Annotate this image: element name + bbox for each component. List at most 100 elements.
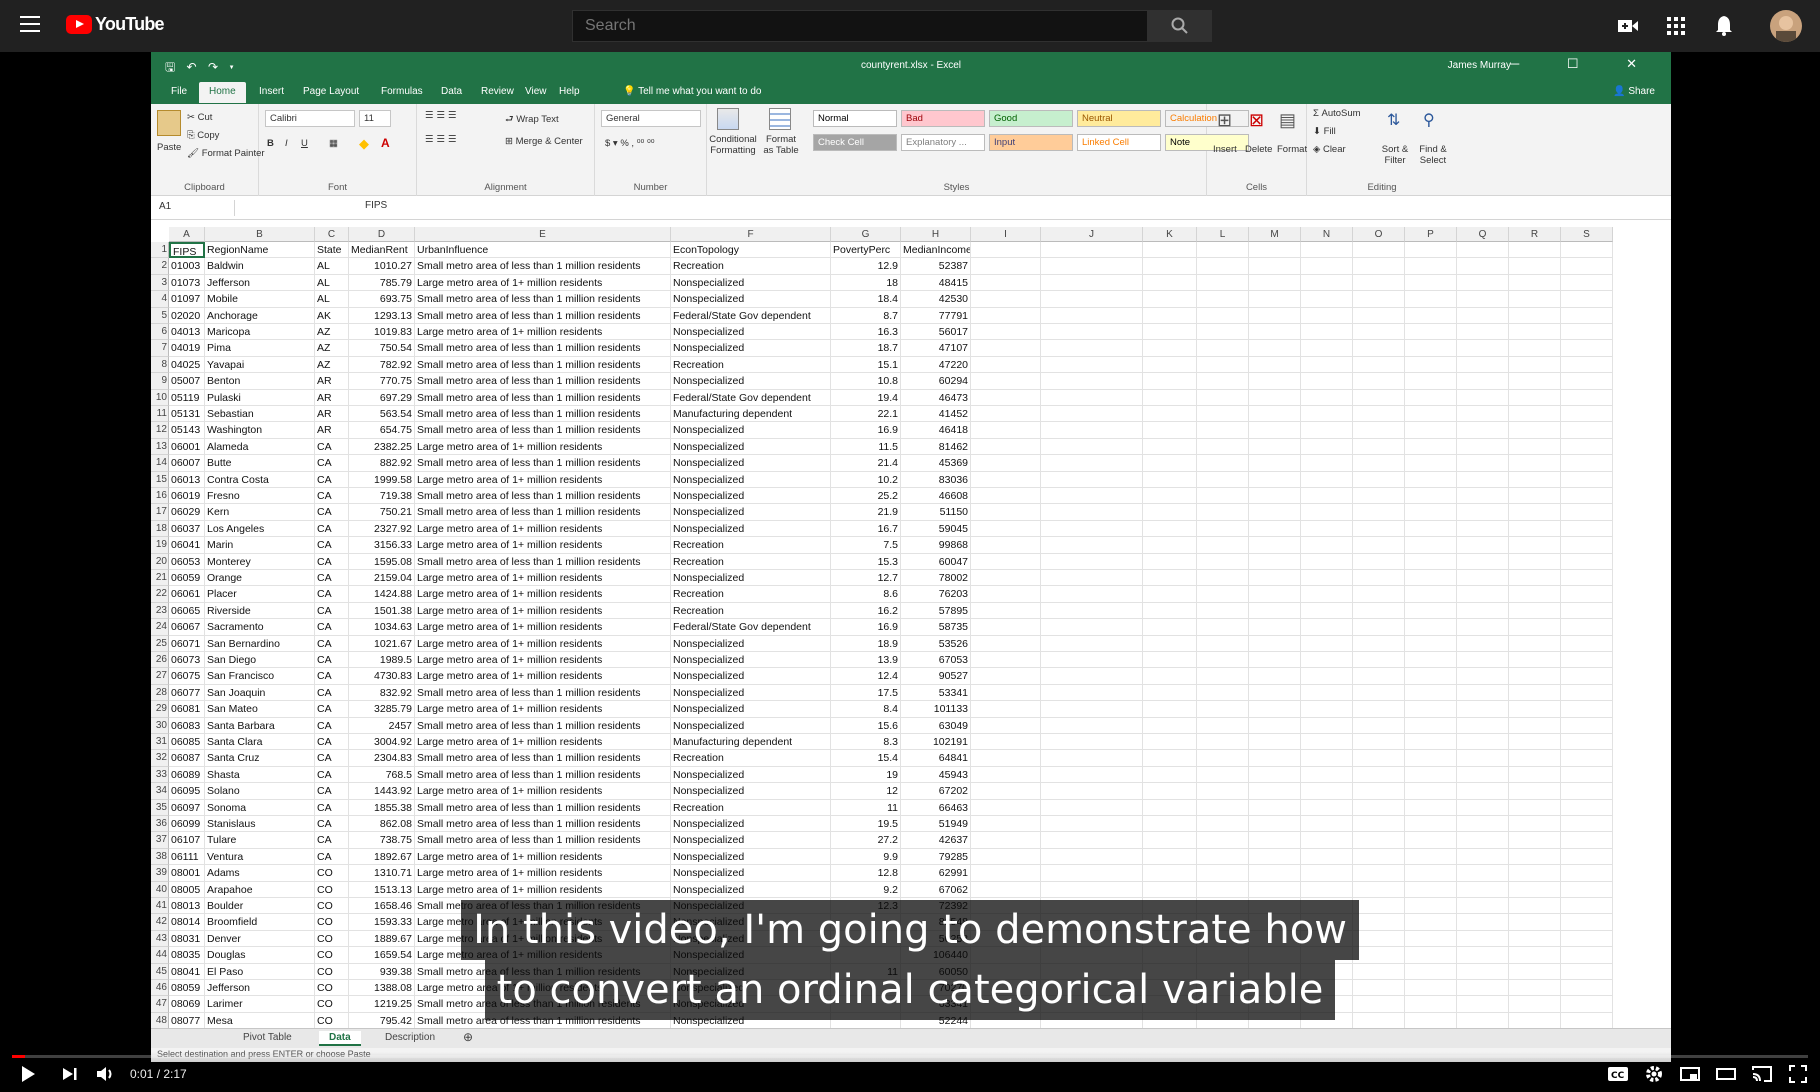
cell[interactable] <box>1353 701 1405 718</box>
cell[interactable] <box>1143 455 1197 472</box>
cell[interactable]: Large metro area of 1+ million residents <box>415 848 671 866</box>
cell[interactable]: AL <box>315 274 349 292</box>
cell[interactable] <box>1143 602 1197 620</box>
cell[interactable]: 1989.5 <box>349 652 415 669</box>
cell[interactable] <box>1301 258 1353 275</box>
cell[interactable] <box>971 684 1041 702</box>
cell[interactable] <box>1197 520 1249 538</box>
cell[interactable] <box>971 324 1041 341</box>
cell[interactable]: 62991 <box>901 865 971 882</box>
cell[interactable]: San Joaquin <box>205 684 315 702</box>
cell[interactable] <box>1457 340 1509 357</box>
row-number[interactable]: 27 <box>151 668 169 685</box>
cell[interactable] <box>1457 389 1509 406</box>
cell[interactable] <box>1457 422 1509 439</box>
cell[interactable]: AR <box>315 389 349 406</box>
cell-style-good[interactable]: Good <box>989 110 1073 127</box>
cell[interactable] <box>1143 717 1197 734</box>
cell[interactable] <box>1405 652 1457 669</box>
cell[interactable] <box>1509 291 1561 308</box>
cell[interactable] <box>1509 504 1561 521</box>
cell[interactable] <box>1353 504 1405 521</box>
cell[interactable] <box>1561 881 1613 898</box>
cell[interactable]: AZ <box>315 340 349 357</box>
cell[interactable]: CA <box>315 816 349 833</box>
paste-icon[interactable] <box>157 110 181 136</box>
cell[interactable] <box>1561 652 1613 669</box>
cell-style-check-cell[interactable]: Check Cell <box>813 134 897 151</box>
notifications-icon[interactable] <box>1712 14 1736 38</box>
cell[interactable] <box>1457 373 1509 390</box>
ribbon-tab-data[interactable]: Data <box>441 86 462 97</box>
cell[interactable]: CA <box>315 553 349 570</box>
ribbon-tab-view[interactable]: View <box>525 86 547 97</box>
cell[interactable]: 63049 <box>901 717 971 734</box>
cell[interactable] <box>971 471 1041 488</box>
cell[interactable]: Large metro area of 1+ million residents <box>415 537 671 554</box>
cell[interactable] <box>1143 848 1197 866</box>
cell[interactable]: Nonspecialized <box>671 635 831 652</box>
cell[interactable] <box>1249 799 1301 816</box>
cell[interactable]: 15.6 <box>831 717 901 734</box>
cell[interactable] <box>1143 832 1197 849</box>
cell[interactable]: 7.5 <box>831 537 901 554</box>
ribbon-tab-page-layout[interactable]: Page Layout <box>303 86 359 97</box>
cell[interactable] <box>1041 734 1143 751</box>
cell[interactable] <box>1301 553 1353 570</box>
cell[interactable] <box>1143 766 1197 784</box>
cell[interactable]: Nonspecialized <box>671 766 831 784</box>
cell[interactable]: 59045 <box>901 520 971 538</box>
insert-cells-icon[interactable]: ⊞ <box>1217 110 1232 131</box>
cell[interactable] <box>1301 586 1353 603</box>
cell[interactable] <box>1249 274 1301 292</box>
cell[interactable]: Stanislaus <box>205 816 315 833</box>
cell[interactable]: 1021.67 <box>349 635 415 652</box>
cell[interactable] <box>1143 586 1197 603</box>
cell[interactable] <box>1561 734 1613 751</box>
column-header-i[interactable]: I <box>971 227 1041 242</box>
cell[interactable] <box>1509 242 1561 259</box>
cell[interactable]: Large metro area of 1+ million residents <box>415 619 671 636</box>
cell[interactable] <box>1143 668 1197 685</box>
cell[interactable]: 06019 <box>169 488 205 505</box>
row-number[interactable]: 16 <box>151 488 169 505</box>
cell[interactable] <box>1405 750 1457 767</box>
cell[interactable] <box>1509 553 1561 570</box>
cell[interactable] <box>971 340 1041 357</box>
cell[interactable] <box>1509 258 1561 275</box>
cell[interactable] <box>1405 504 1457 521</box>
cell[interactable]: 56017 <box>901 324 971 341</box>
cell[interactable] <box>1457 832 1509 849</box>
cell[interactable]: 06061 <box>169 586 205 603</box>
cell[interactable] <box>1197 291 1249 308</box>
cell[interactable] <box>971 438 1041 456</box>
cell[interactable] <box>971 668 1041 685</box>
merge-center-button[interactable]: ⊞ Merge & Center <box>505 136 583 147</box>
font-name-select[interactable]: Calibri <box>265 110 355 127</box>
cell[interactable] <box>1561 635 1613 652</box>
cell[interactable] <box>1301 504 1353 521</box>
cell[interactable]: 563.54 <box>349 406 415 423</box>
cell[interactable] <box>971 389 1041 406</box>
cell[interactable]: Small metro area of less than 1 million … <box>415 356 671 374</box>
cell[interactable]: Nonspecialized <box>671 684 831 702</box>
cell[interactable]: 11.5 <box>831 438 901 456</box>
cell[interactable]: 16.2 <box>831 602 901 620</box>
cell[interactable] <box>1249 422 1301 439</box>
cell[interactable] <box>1457 488 1509 505</box>
cell[interactable] <box>971 553 1041 570</box>
cell[interactable] <box>1197 832 1249 849</box>
cell[interactable]: Shasta <box>205 766 315 784</box>
cell-style-bad[interactable]: Bad <box>901 110 985 127</box>
cell[interactable]: Santa Cruz <box>205 750 315 767</box>
cell[interactable]: Pima <box>205 340 315 357</box>
cell[interactable]: 654.75 <box>349 422 415 439</box>
cell[interactable] <box>1405 389 1457 406</box>
ribbon-tab-insert[interactable]: Insert <box>259 86 284 97</box>
cell[interactable] <box>1197 668 1249 685</box>
cell[interactable] <box>1457 356 1509 374</box>
cell[interactable]: 02020 <box>169 307 205 324</box>
cell[interactable]: CA <box>315 619 349 636</box>
cell[interactable]: Large metro area of 1+ million residents <box>415 324 671 341</box>
cell[interactable] <box>1561 438 1613 456</box>
